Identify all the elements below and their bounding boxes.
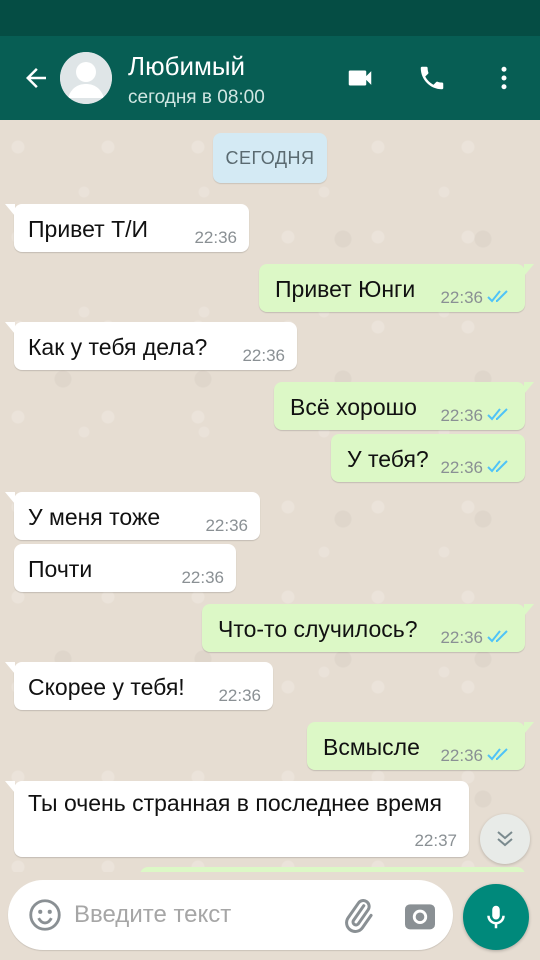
message-text: Всё хорошо	[290, 394, 417, 420]
contact-name[interactable]: Любимый	[128, 51, 245, 82]
phone-icon	[420, 66, 444, 90]
incoming-message[interactable]: Почти 22:36	[14, 544, 236, 592]
message-time: 22:36	[440, 458, 483, 477]
message-time: 22:37	[414, 831, 457, 850]
incoming-message[interactable]: У меня тоже 22:36	[5, 492, 260, 540]
message-list[interactable]: СЕГОДНЯ Привет Т/И 22:36 Привет Юнги 22:…	[0, 120, 540, 872]
paperclip-icon	[345, 899, 373, 933]
message-text: Как у тебя дела?	[28, 334, 208, 360]
outgoing-message[interactable]: У тебя? 22:36	[331, 434, 525, 482]
message-text: Привет Юнги	[275, 276, 416, 302]
video-call-button[interactable]	[338, 56, 382, 100]
message-text: У тебя?	[347, 446, 429, 472]
read-ticks-icon	[487, 460, 508, 473]
voice-call-button[interactable]	[410, 56, 454, 100]
default-avatar-icon	[60, 52, 112, 104]
attach-button[interactable]	[338, 896, 378, 936]
incoming-message[interactable]: Как у тебя дела? 22:36	[5, 322, 297, 370]
more-vert-icon	[501, 66, 507, 90]
composer-bar	[0, 872, 540, 960]
message-time: 22:36	[218, 686, 261, 705]
date-separator: СЕГОДНЯ	[213, 133, 327, 183]
emoji-icon	[29, 899, 61, 931]
incoming-message[interactable]: Скорее у тебя! 22:36	[5, 662, 273, 710]
outgoing-message[interactable]: Всё хорошо 22:36	[274, 382, 534, 430]
message-input-container	[8, 880, 453, 950]
avatar[interactable]	[60, 52, 112, 104]
overflow-menu-button[interactable]	[482, 56, 526, 100]
outgoing-message[interactable]: Привет Юнги 22:36	[259, 264, 534, 312]
message-time: 22:36	[440, 628, 483, 647]
message-input[interactable]	[74, 894, 314, 936]
videocam-icon	[348, 70, 372, 86]
message-text: Скорее у тебя!	[28, 674, 185, 700]
camera-icon	[405, 904, 435, 930]
back-button[interactable]	[16, 58, 56, 98]
message-time: 22:36	[242, 346, 285, 365]
outgoing-message[interactable]: Всмысле 22:36	[307, 722, 534, 770]
read-ticks-icon	[487, 748, 508, 761]
message-time: 22:36	[440, 746, 483, 765]
message-text: Привет Т/И	[28, 216, 149, 242]
scroll-to-bottom-button[interactable]	[480, 814, 530, 864]
message-time: 22:36	[181, 568, 224, 587]
outgoing-message[interactable]: Что-то случилось? 22:36	[202, 604, 534, 652]
last-seen-status: сегодня в 08:00	[128, 87, 265, 108]
message-time: 22:36	[194, 228, 237, 247]
chat-header: Любимый сегодня в 08:00	[0, 36, 540, 120]
read-ticks-icon	[487, 290, 508, 303]
incoming-message[interactable]: Привет Т/И 22:36	[5, 204, 249, 252]
incoming-message[interactable]: Ты очень странная в последнее время 22:3…	[5, 781, 469, 857]
emoji-button[interactable]	[26, 896, 64, 934]
mic-icon	[487, 905, 505, 929]
message-text: Всмысле	[323, 734, 420, 760]
read-ticks-icon	[487, 408, 508, 421]
read-ticks-icon	[487, 630, 508, 643]
message-time: 22:36	[205, 516, 248, 535]
camera-button[interactable]	[400, 896, 440, 936]
message-text: У меня тоже	[28, 504, 161, 530]
voice-record-button[interactable]	[463, 884, 529, 950]
message-text: Почти	[28, 556, 93, 582]
double-chevron-down-icon	[497, 831, 513, 847]
message-text: Что-то случилось?	[218, 616, 418, 642]
message-time: 22:36	[440, 288, 483, 307]
status-bar	[0, 0, 540, 36]
message-time: 22:36	[440, 406, 483, 425]
arrow-back-icon	[26, 68, 46, 88]
message-text: Ты очень странная в последнее время	[28, 790, 442, 816]
